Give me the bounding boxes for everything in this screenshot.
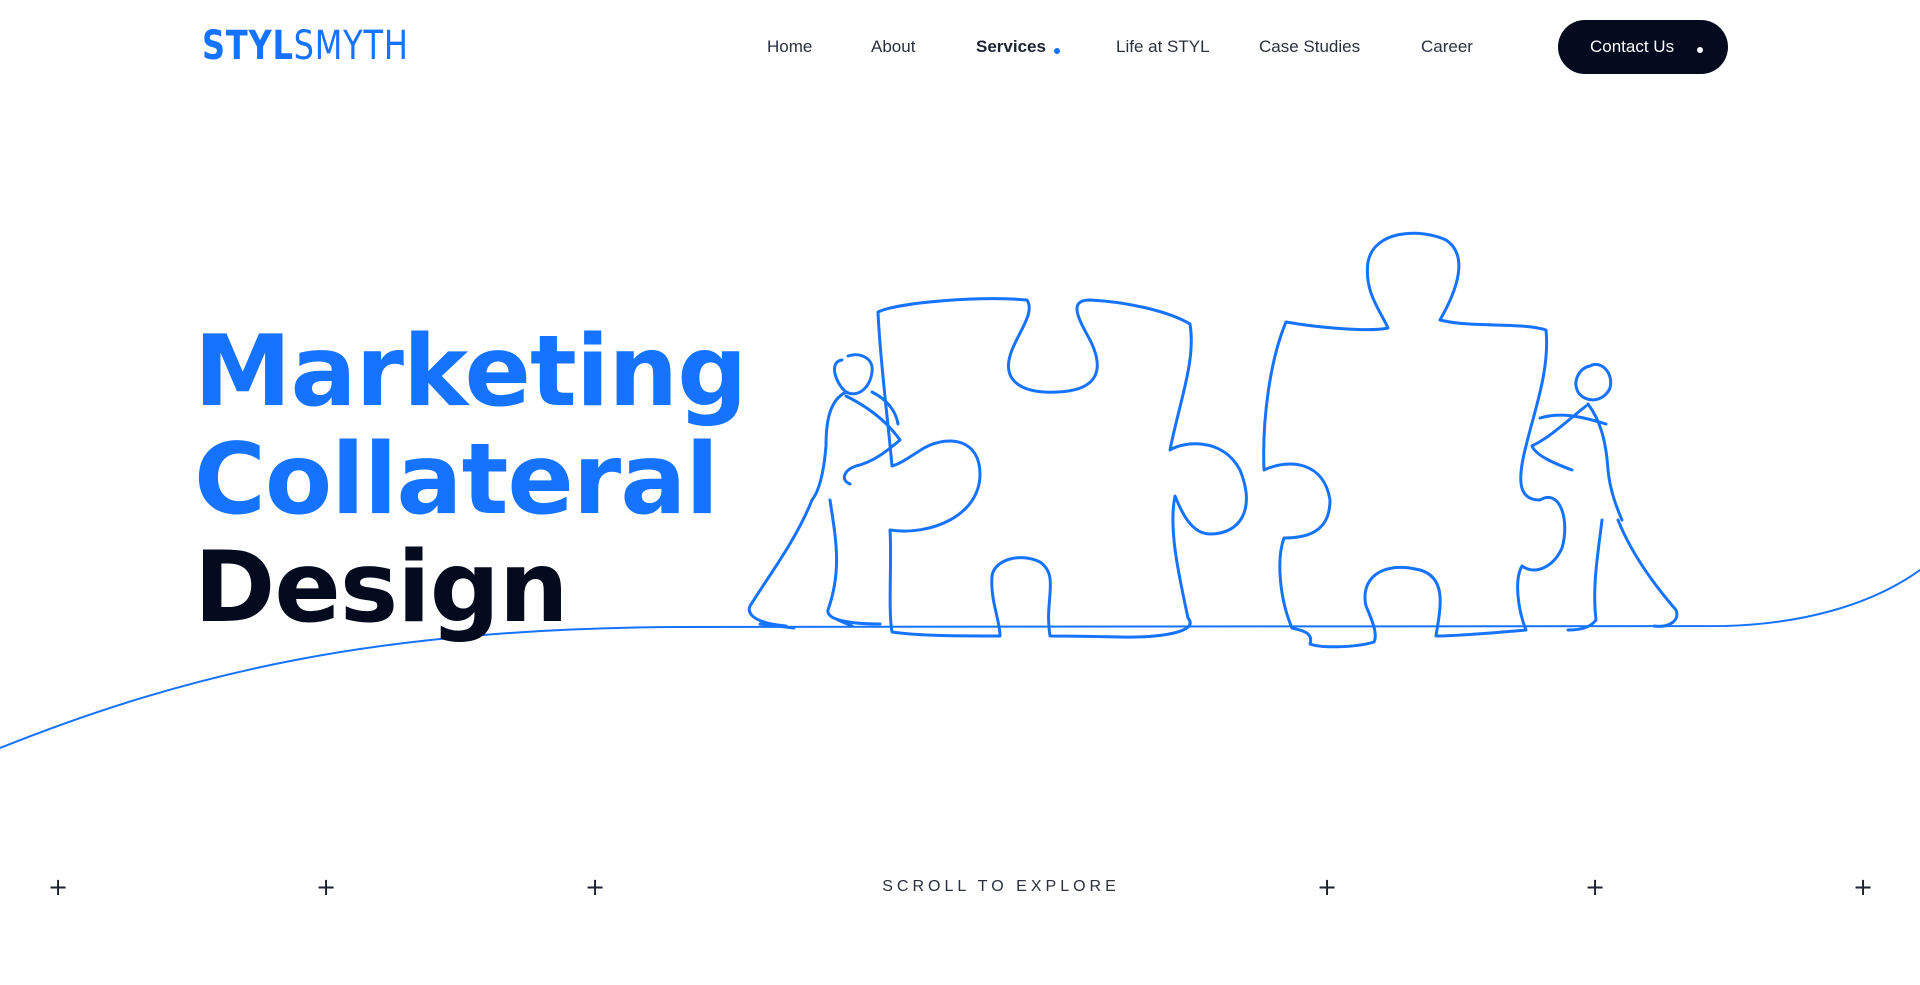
hero-title-line-1: Marketing bbox=[194, 315, 747, 429]
scroll-to-explore-label: SCROLL TO EXPLORE bbox=[882, 878, 1120, 895]
logo-thin: SMYTH bbox=[293, 23, 409, 69]
nav-link-home[interactable]: Home bbox=[767, 28, 812, 66]
hero-title-line-3: Design bbox=[194, 531, 569, 645]
hero-title-line-2: Collateral bbox=[194, 423, 719, 537]
scroll-to-explore[interactable]: SCROLL TO EXPLORE bbox=[0, 878, 1920, 896]
logo-bold: STYL bbox=[202, 23, 294, 69]
left-figure-shape bbox=[747, 353, 902, 630]
active-indicator-dot bbox=[1054, 48, 1060, 54]
page: STYLSMYTH Home About Services Life at ST… bbox=[0, 0, 1920, 985]
logo-link[interactable]: STYLSMYTH bbox=[202, 22, 409, 70]
nav-link-career[interactable]: Career bbox=[1421, 28, 1473, 66]
contact-us-button[interactable]: Contact Us bbox=[1558, 20, 1728, 74]
hero-title: Marketing Collateral Design bbox=[194, 315, 747, 645]
nav-link-case-studies[interactable]: Case Studies bbox=[1259, 28, 1360, 66]
right-figure-shape bbox=[1530, 363, 1679, 632]
nav-link-about[interactable]: About bbox=[871, 28, 915, 66]
left-puzzle-piece-shape bbox=[876, 297, 1248, 639]
contact-us-label: Contact Us bbox=[1590, 37, 1675, 56]
right-puzzle-piece-shape bbox=[1262, 231, 1567, 649]
button-dot-icon bbox=[1697, 47, 1703, 53]
nav-link-life-at-styl[interactable]: Life at STYL bbox=[1116, 28, 1210, 66]
nav-link-services[interactable]: Services bbox=[976, 28, 1046, 66]
